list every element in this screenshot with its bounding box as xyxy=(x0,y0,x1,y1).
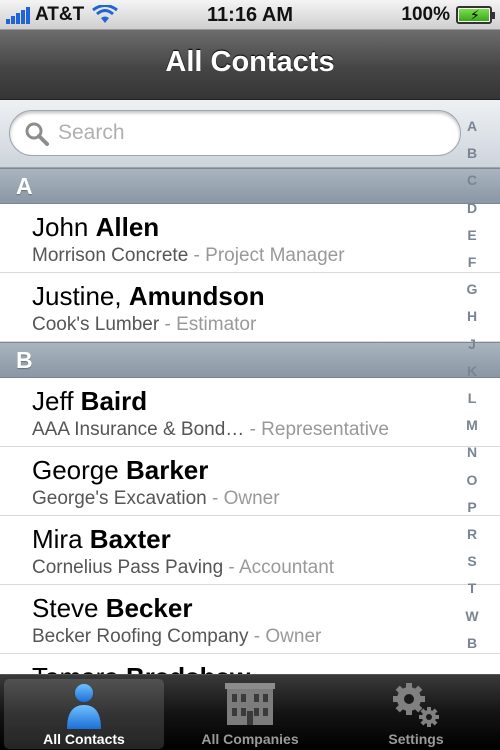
company-name: Morrison Concrete xyxy=(32,245,189,266)
index-letter[interactable]: C xyxy=(458,172,486,188)
contact-name: Steve Becker xyxy=(32,593,192,624)
contact-name: Mira Baxter xyxy=(32,524,171,555)
contact-details: Cornelius Pass Paving - Accountant xyxy=(32,557,334,579)
list-item[interactable]: Jeff Baird AAA Insurance & Bond… - Repre… xyxy=(0,378,500,447)
index-letter[interactable]: B xyxy=(458,635,486,651)
contact-details: Morrison Concrete - Project Manager xyxy=(32,245,345,267)
tab-bar: All Contacts All Companies Settings xyxy=(0,674,500,750)
search-input[interactable] xyxy=(58,117,438,149)
tab-all-companies[interactable]: All Companies xyxy=(170,679,330,749)
status-right: 100% ⚡ xyxy=(401,4,495,26)
index-letter[interactable]: B xyxy=(458,145,486,161)
search-icon xyxy=(25,122,49,146)
section-header-a: A xyxy=(0,168,500,204)
tab-label: All Contacts xyxy=(43,731,125,747)
contact-name: Justine, Amundson xyxy=(32,281,265,312)
last-name: Barker xyxy=(125,455,209,485)
index-letter[interactable]: K xyxy=(458,363,486,379)
job-title: - Estimator xyxy=(159,314,257,335)
index-letter[interactable]: A xyxy=(458,118,486,134)
last-name: Bradshaw xyxy=(126,662,250,674)
first-name: Justine, xyxy=(32,281,122,311)
list-item[interactable]: Mira Baxter Cornelius Pass Paving - Acco… xyxy=(0,516,500,585)
contact-details: Cook's Lumber - Estimator xyxy=(32,314,256,336)
last-name: Allen xyxy=(95,212,160,242)
building-icon xyxy=(225,683,275,725)
job-title: - Project Manager xyxy=(188,245,345,266)
list-item[interactable]: Tamara Bradshaw xyxy=(0,654,500,674)
index-letter[interactable]: O xyxy=(458,472,486,488)
first-name: Jeff xyxy=(32,386,74,416)
contact-details: AAA Insurance & Bond… - Representative xyxy=(32,419,389,441)
index-letter[interactable]: L xyxy=(458,390,486,406)
section-header-b: B xyxy=(0,342,500,378)
last-name: Baxter xyxy=(89,524,171,554)
index-letter[interactable]: G xyxy=(458,281,486,297)
first-name: Tamara xyxy=(32,662,119,674)
contact-list[interactable]: A John Allen Morrison Concrete - Project… xyxy=(0,168,500,674)
list-item[interactable]: John Allen Morrison Concrete - Project M… xyxy=(0,204,500,273)
contact-name: Tamara Bradshaw xyxy=(32,662,250,674)
last-name: Becker xyxy=(105,593,193,623)
section-index[interactable]: ABCDEFGHJKLMNOPRSTWB xyxy=(458,118,486,658)
index-letter[interactable]: J xyxy=(458,336,486,352)
tab-settings[interactable]: Settings xyxy=(336,679,496,749)
index-letter[interactable]: T xyxy=(458,580,486,596)
battery-icon: ⚡ xyxy=(456,6,495,24)
contact-name: Jeff Baird xyxy=(32,386,147,417)
search-bar xyxy=(0,100,500,168)
index-letter[interactable]: F xyxy=(458,254,486,270)
company-name: AAA Insurance & Bond… xyxy=(32,419,245,440)
first-name: Steve xyxy=(32,593,99,623)
company-name: Cornelius Pass Paving xyxy=(32,557,224,578)
index-letter[interactable]: H xyxy=(458,308,486,324)
contact-name: George Barker xyxy=(32,455,208,486)
list-item[interactable]: Justine, Amundson Cook's Lumber - Estima… xyxy=(0,273,500,342)
navigation-bar: All Contacts xyxy=(0,30,500,100)
list-item[interactable]: Steve Becker Becker Roofing Company - Ow… xyxy=(0,585,500,654)
last-name: Amundson xyxy=(128,281,265,311)
first-name: Mira xyxy=(32,524,83,554)
job-title: - Owner xyxy=(248,626,322,647)
contact-name: John Allen xyxy=(32,212,159,243)
index-letter[interactable]: M xyxy=(458,417,486,433)
contact-details: Becker Roofing Company - Owner xyxy=(32,626,321,648)
index-letter[interactable]: R xyxy=(458,526,486,542)
battery-percent: 100% xyxy=(401,4,450,25)
tab-label: All Companies xyxy=(201,731,299,747)
job-title: - Representative xyxy=(244,419,389,440)
status-bar: AT&T 11:16 AM 100% ⚡ xyxy=(0,0,500,30)
person-icon xyxy=(67,684,101,729)
list-item[interactable]: George Barker George's Excavation - Owne… xyxy=(0,447,500,516)
first-name: George xyxy=(32,455,119,485)
index-letter[interactable]: S xyxy=(458,553,486,569)
index-letter[interactable]: E xyxy=(458,227,486,243)
company-name: George's Excavation xyxy=(32,488,207,509)
first-name: John xyxy=(32,212,89,242)
tab-all-contacts[interactable]: All Contacts xyxy=(4,679,164,749)
gear-icon xyxy=(393,683,439,727)
index-letter[interactable]: P xyxy=(458,499,486,515)
contact-details: George's Excavation - Owner xyxy=(32,488,280,510)
company-name: Cook's Lumber xyxy=(32,314,160,335)
page-title: All Contacts xyxy=(165,46,335,78)
search-field[interactable] xyxy=(9,110,461,156)
last-name: Baird xyxy=(80,386,148,416)
index-letter[interactable]: N xyxy=(458,444,486,460)
tab-label: Settings xyxy=(388,731,444,747)
job-title: - Accountant xyxy=(223,557,335,578)
charging-icon: ⚡ xyxy=(470,7,480,23)
company-name: Becker Roofing Company xyxy=(32,626,249,647)
job-title: - Owner xyxy=(206,488,280,509)
index-letter[interactable]: D xyxy=(458,200,486,216)
index-letter[interactable]: W xyxy=(458,608,486,624)
